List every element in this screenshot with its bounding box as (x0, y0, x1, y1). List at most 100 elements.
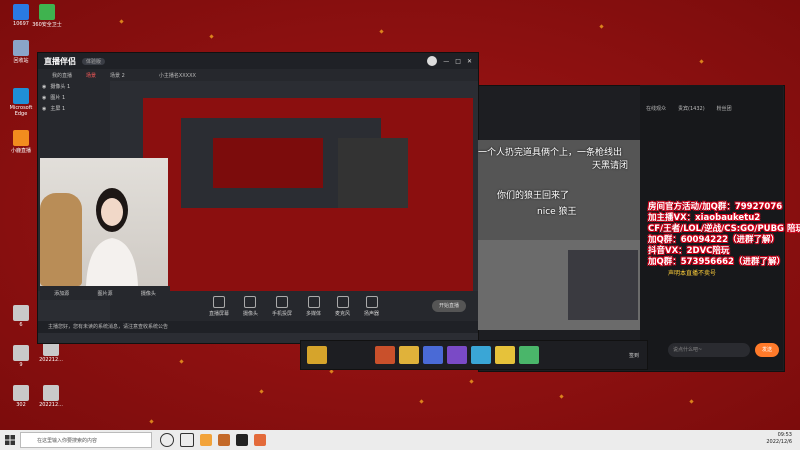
screen-capture-button[interactable]: 直播屏幕 (209, 295, 229, 317)
microphone-icon (336, 295, 349, 308)
desktop-icon-label: 202212... (39, 402, 63, 408)
version-badge[interactable]: 体验版 (82, 57, 106, 65)
taskbar-search-input[interactable]: 在这里输入你要搜索的内容 (20, 432, 152, 448)
gift-item[interactable] (375, 346, 395, 364)
source-item[interactable]: ◉ 摄像头 1 (38, 81, 110, 92)
desktop-icon-image (13, 88, 29, 104)
room-label: 小主播名XXXXX (158, 72, 196, 79)
desktop-icon-image (13, 130, 29, 146)
danmu-line: nice 狼王 (537, 207, 577, 217)
desktop-icon-image (13, 305, 29, 321)
image-source-button[interactable]: 图片源 (97, 290, 112, 297)
danmu-line: 天黑请闭 (592, 161, 629, 171)
webcam-overlay (40, 158, 168, 286)
eye-icon[interactable]: ◉ (42, 106, 46, 112)
go-live-button[interactable]: 开始直播 (432, 300, 466, 312)
desktop-icon-image (43, 385, 59, 401)
eye-icon[interactable]: ◉ (42, 95, 46, 101)
preview-canvas[interactable] (143, 98, 473, 293)
desktop-icon-image (13, 40, 29, 56)
desktop-icon-label: 9 (19, 362, 23, 368)
chat-input[interactable]: 说点什么吧~ (668, 343, 750, 357)
desktop-icon-label: 202212... (39, 357, 63, 363)
desktop-icon-image (13, 345, 29, 361)
taskbar: 在这里输入你要搜索的内容 09:53 2022/12/6 (0, 430, 800, 450)
sign-in-button[interactable]: 签到 (629, 352, 639, 359)
camera-source-button[interactable]: 摄像头 (141, 290, 156, 297)
gift-item[interactable] (399, 346, 419, 364)
tab-online-viewers[interactable]: 在线观众 (646, 105, 666, 112)
desktop-icon[interactable]: 小鹿直播 (4, 130, 38, 154)
desktop-icon[interactable]: 9 (4, 345, 38, 368)
source-actions: 添加源 图片源 摄像头 (40, 286, 170, 300)
app-icon[interactable] (254, 434, 266, 446)
scene-tabs: 我的直播 场景 场景 2 小主播名XXXXX (38, 69, 478, 81)
streamer-figure (86, 188, 138, 286)
close-icon[interactable]: ✕ (467, 58, 472, 65)
window-titlebar: 直播伴侣 体验版 — □ ✕ (38, 53, 478, 69)
nested-preview-inner (213, 138, 323, 188)
send-button[interactable]: 发送 (755, 343, 779, 357)
promo-footer: 声明本直播不卖号 (668, 270, 717, 277)
tab-fans[interactable]: 粉丝团 (717, 105, 732, 112)
task-view-icon[interactable] (180, 433, 194, 447)
phone-cast-button[interactable]: 手机投屏 (272, 295, 292, 317)
desktop-icon-label: 小鹿直播 (10, 148, 31, 154)
system-notice: 主播您好，您有未读的系统消息，请注意查收系统公告 (38, 321, 488, 333)
desktop-icon-label: 6 (19, 322, 23, 328)
source-item[interactable]: ◉ 主屏 1 (38, 103, 110, 114)
tab-scene[interactable]: 场景 (86, 72, 96, 79)
desktop-icon[interactable]: Microsoft Edge (4, 88, 38, 117)
clock[interactable]: 09:53 2022/12/6 (766, 432, 792, 446)
nested-stream-thumb (338, 138, 408, 208)
gift-item[interactable] (471, 346, 491, 364)
plush-toy (40, 193, 82, 286)
desktop-icon-image (39, 4, 55, 20)
speaker-icon (365, 295, 378, 308)
desktop-icon-label: 302 (16, 402, 26, 408)
camera-button[interactable]: 摄像头 (243, 295, 258, 317)
chat-tabs: 在线观众 贵宾(1432) 粉丝团 (640, 85, 783, 112)
windows-start-icon[interactable] (0, 430, 20, 450)
cortana-icon[interactable] (160, 433, 174, 447)
tab-vip[interactable]: 贵宾(1432) (678, 105, 705, 112)
minimize-icon[interactable]: — (443, 58, 449, 65)
speaker-button[interactable]: 扬声器 (364, 295, 379, 317)
gift-bar: 签到 (300, 340, 648, 370)
gift-item[interactable] (495, 346, 515, 364)
desktop-icon-label: 360安全卫士 (32, 22, 62, 28)
play-icon (307, 295, 320, 308)
tab-scene-2[interactable]: 场景 2 (110, 72, 125, 79)
desktop-icon-label: Microsoft Edge (9, 105, 33, 117)
maximize-icon[interactable]: □ (455, 58, 461, 65)
danmu-line: 你们的狼王回来了 (497, 191, 570, 201)
desktop-icon[interactable]: 202212... (34, 385, 68, 408)
tab-my-live[interactable]: 我的直播 (52, 72, 72, 79)
desktop-icon[interactable]: 回收站 (4, 40, 38, 64)
desktop-icon[interactable]: 360安全卫士 (30, 4, 64, 28)
gift-item[interactable] (423, 346, 443, 364)
desktop-icon[interactable]: 6 (4, 305, 38, 328)
gift-item[interactable] (447, 346, 467, 364)
media-button[interactable]: 多媒体 (306, 295, 321, 317)
camera-icon (244, 295, 257, 308)
danmu-line: 一个人扔完道具俩个上，一条枪线出 (478, 148, 623, 158)
desktop-icon-image (13, 385, 29, 401)
source-item[interactable]: ◉ 图片 1 (38, 92, 110, 103)
avatar[interactable] (427, 56, 438, 66)
add-source-button[interactable]: 添加源 (54, 290, 69, 297)
app-icon[interactable] (218, 434, 230, 446)
phone-icon (275, 295, 288, 308)
gift-item[interactable] (519, 346, 539, 364)
desktop-icon-label: 回收站 (13, 58, 29, 64)
file-explorer-icon[interactable] (200, 434, 212, 446)
monitor-icon (212, 295, 225, 308)
gift-item[interactable] (307, 346, 327, 364)
desktop-icon[interactable]: 302 (4, 385, 38, 408)
eye-icon[interactable]: ◉ (42, 84, 46, 90)
microphone-button[interactable]: 麦克风 (335, 295, 350, 317)
desktop-icon-image (13, 4, 29, 20)
promo-line: 加Q群：573956662（进群了解） (648, 257, 785, 267)
app-icon[interactable] (236, 434, 248, 446)
streamer-thumb (568, 250, 638, 320)
